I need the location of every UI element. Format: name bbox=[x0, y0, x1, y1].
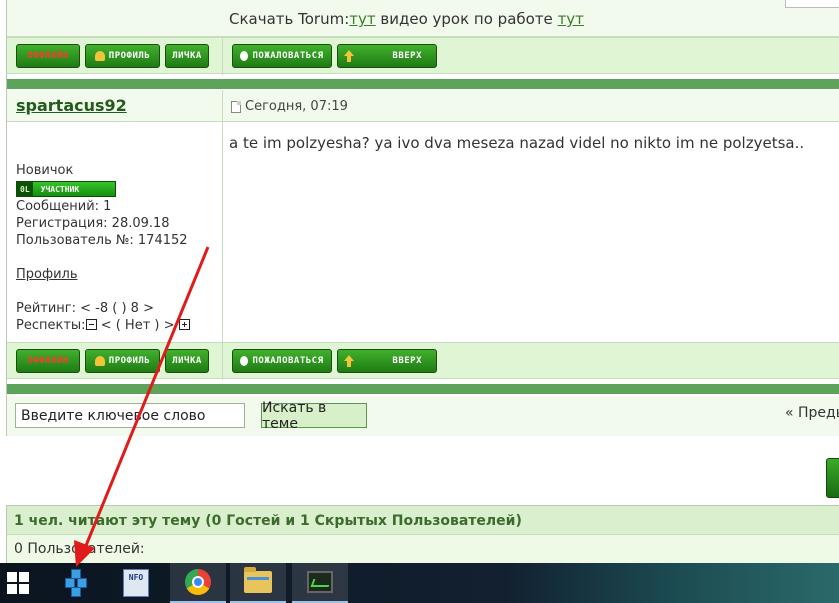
respects: Респекты: < ( Нет ) > bbox=[16, 317, 190, 334]
profile-button[interactable]: профиль bbox=[85, 349, 160, 373]
top-right-box bbox=[785, 0, 839, 8]
author-profile: Новичок 0L участник Сообщений: 1 Регистр… bbox=[16, 162, 190, 334]
message-count: Сообщений: 1 bbox=[16, 199, 112, 214]
profile-label: профиль bbox=[108, 356, 151, 366]
rank-level: 0L bbox=[17, 182, 33, 196]
user-icon bbox=[94, 356, 105, 366]
page: Скачать Torum:тут видео урок по работе т… bbox=[0, 0, 839, 603]
cubes-app-icon bbox=[63, 569, 89, 597]
report-label: пожаловаться bbox=[252, 356, 324, 366]
rank-label: участник bbox=[40, 184, 80, 194]
post-separator-bar bbox=[7, 79, 839, 89]
report-label: пожаловаться bbox=[252, 51, 324, 61]
post-buttons-row-bottom: оффлайн профиль личка пожаловаться вверх bbox=[7, 342, 839, 380]
offline-button[interactable]: оффлайн bbox=[16, 44, 80, 68]
post-separator-bar bbox=[7, 384, 839, 394]
column-divider bbox=[222, 90, 223, 122]
search-in-topic-button[interactable]: Искать в теме bbox=[261, 400, 367, 432]
document-icon bbox=[231, 100, 241, 113]
exclamation-icon bbox=[240, 356, 249, 366]
file-explorer-icon bbox=[244, 567, 272, 593]
offline-label: оффлайн bbox=[27, 356, 69, 366]
post-text: a te im polzyesha? ya ivo dva meseza naz… bbox=[229, 134, 805, 152]
exclamation-icon bbox=[240, 51, 249, 61]
windows-taskbar: NFO bbox=[0, 563, 839, 603]
top-button[interactable]: вверх bbox=[337, 44, 437, 68]
system-monitor-icon bbox=[307, 571, 333, 593]
signature-row: Скачать Torum:тут видео урок по работе т… bbox=[7, 0, 839, 37]
post-author[interactable]: spartacus92 bbox=[16, 96, 127, 115]
readers-users: 0 Пользователей: bbox=[7, 535, 839, 563]
column-divider bbox=[222, 122, 223, 342]
forum-topic: Скачать Torum:тут видео урок по работе т… bbox=[6, 0, 839, 436]
scroll-down-button[interactable] bbox=[826, 458, 839, 498]
signature-prefix: Скачать Torum: bbox=[229, 10, 350, 28]
arrow-up-icon bbox=[344, 50, 354, 62]
topic-readers: 1 чел. читают эту тему (0 Гостей и 1 Скр… bbox=[6, 505, 839, 563]
report-button[interactable]: пожаловаться bbox=[232, 44, 332, 68]
start-button[interactable] bbox=[0, 563, 36, 603]
respects-label: Респекты: bbox=[16, 318, 86, 333]
taskbar-app-cubes[interactable] bbox=[48, 563, 104, 603]
profile-link[interactable]: Профиль bbox=[16, 266, 190, 283]
taskbar-app-monitor[interactable] bbox=[292, 563, 348, 603]
post-header: spartacus92 Сегодня, 07:19 bbox=[7, 90, 839, 122]
column-divider bbox=[222, 343, 223, 380]
taskbar-app-chrome[interactable] bbox=[170, 563, 226, 603]
respects-value: < ( Нет ) > bbox=[96, 318, 179, 333]
signature-text: Скачать Torum:тут видео урок по работе т… bbox=[229, 10, 584, 28]
pm-label: личка bbox=[172, 356, 202, 366]
column-divider bbox=[222, 38, 223, 75]
search-input[interactable] bbox=[15, 403, 245, 428]
pm-label: личка bbox=[172, 51, 202, 61]
profile-label: профиль bbox=[108, 51, 151, 61]
user-number: Пользователь №: 174152 bbox=[16, 233, 188, 248]
report-button[interactable]: пожаловаться bbox=[232, 349, 332, 373]
rank-title: Новичок bbox=[16, 163, 74, 178]
chrome-icon bbox=[185, 569, 211, 595]
signature-middle: видео урок по работе bbox=[375, 10, 558, 28]
top-button[interactable]: вверх bbox=[337, 349, 437, 373]
post-buttons-row-top: оффлайн профиль личка пожаловаться вверх bbox=[7, 37, 839, 75]
minus-icon[interactable] bbox=[85, 319, 97, 330]
post-date-text: Сегодня, 07:19 bbox=[245, 99, 348, 114]
top-label: вверх bbox=[392, 51, 422, 61]
search-row: Искать в теме « Преды bbox=[7, 396, 839, 436]
nfo-viewer-icon: NFO bbox=[123, 569, 149, 597]
rank-badge: 0L участник bbox=[16, 181, 116, 197]
post-body: Новичок 0L участник Сообщений: 1 Регистр… bbox=[7, 122, 839, 342]
top-label: вверх bbox=[392, 356, 422, 366]
pm-button[interactable]: личка bbox=[165, 44, 209, 68]
plus-icon[interactable] bbox=[178, 319, 190, 330]
pm-button[interactable]: личка bbox=[165, 349, 209, 373]
nfo-label: NFO bbox=[128, 573, 144, 582]
taskbar-app-explorer[interactable] bbox=[230, 563, 286, 603]
readers-header: 1 чел. читают эту тему (0 Гостей и 1 Скр… bbox=[7, 505, 839, 535]
taskbar-app-nfo[interactable]: NFO bbox=[108, 563, 164, 603]
signature-link-download[interactable]: тут bbox=[349, 10, 375, 28]
rating: Рейтинг: < -8 ( ) 8 > bbox=[16, 301, 154, 316]
signature-link-video[interactable]: тут bbox=[558, 10, 584, 28]
offline-label: оффлайн bbox=[27, 51, 69, 61]
previous-topic-link[interactable]: « Преды bbox=[785, 405, 839, 421]
user-icon bbox=[94, 51, 105, 61]
offline-button[interactable]: оффлайн bbox=[16, 349, 80, 373]
profile-button[interactable]: профиль bbox=[85, 44, 160, 68]
windows-logo-icon bbox=[7, 572, 29, 594]
post-date: Сегодня, 07:19 bbox=[231, 99, 348, 114]
registration-date: Регистрация: 28.09.18 bbox=[16, 216, 170, 231]
arrow-up-icon bbox=[344, 355, 354, 367]
